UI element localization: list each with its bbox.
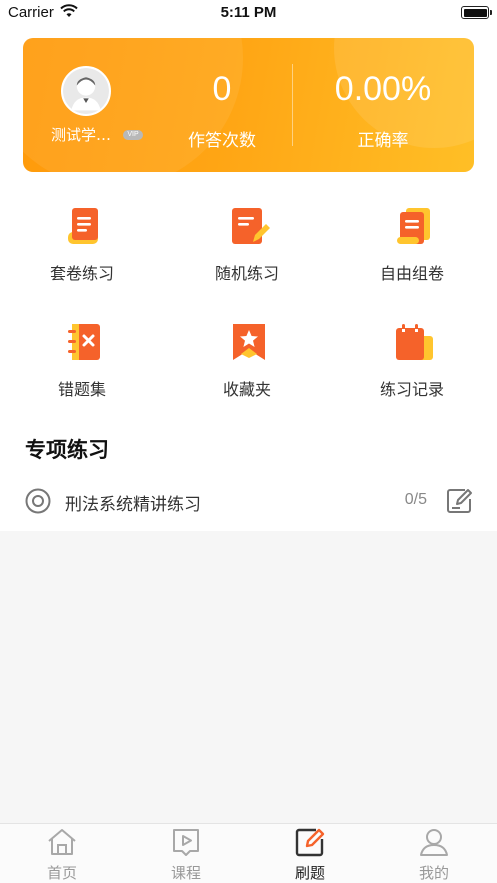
answer-count-value: 0 bbox=[212, 70, 232, 108]
course-play-icon bbox=[170, 827, 202, 857]
section-title: 专项练习 bbox=[25, 438, 109, 462]
radio-circle-icon bbox=[25, 488, 51, 514]
practice-item[interactable]: 刑法系统精讲练习 0/5 bbox=[0, 474, 497, 530]
vip-badge: VIP bbox=[123, 130, 143, 140]
tab-mine[interactable]: 我的 bbox=[372, 824, 496, 883]
edit-practice-icon[interactable] bbox=[445, 487, 473, 515]
battery-icon bbox=[461, 6, 492, 19]
grid-item-label: 自由组卷 bbox=[379, 264, 444, 283]
grid-item-favorites[interactable]: 收藏夹 bbox=[177, 320, 317, 410]
wrong-notebook-icon bbox=[62, 320, 106, 364]
tab-label: 刷题 bbox=[294, 864, 325, 882]
document-pen-icon bbox=[227, 204, 271, 248]
tab-label: 我的 bbox=[418, 864, 449, 882]
stacked-papers-icon bbox=[392, 204, 436, 248]
profile-person-icon bbox=[418, 827, 450, 857]
tab-practice[interactable]: 刷题 bbox=[248, 824, 372, 883]
profile-stats-card: 测试学… VIP 0 作答次数 0.00% 正确率 bbox=[23, 38, 474, 172]
grid-item-full-paper[interactable]: 套卷练习 bbox=[12, 204, 152, 294]
tab-label: 课程 bbox=[170, 864, 201, 882]
accuracy-value: 0.00% bbox=[334, 70, 432, 108]
grid-item-free-assemble[interactable]: 自由组卷 bbox=[342, 204, 482, 294]
status-time: 5:11 PM bbox=[220, 4, 277, 21]
grid-item-wrong-questions[interactable]: 错题集 bbox=[12, 320, 152, 410]
stat-divider bbox=[292, 64, 293, 146]
home-icon bbox=[46, 827, 78, 857]
avatar-person-icon bbox=[63, 68, 109, 114]
accuracy-label: 正确率 bbox=[357, 131, 409, 151]
practice-item-name: 刑法系统精讲练习 bbox=[65, 495, 201, 515]
scroll-paper-icon bbox=[62, 204, 106, 248]
user-name: 测试学… bbox=[51, 126, 112, 144]
practice-edit-icon bbox=[294, 827, 326, 857]
grid-item-label: 收藏夹 bbox=[222, 380, 271, 399]
tab-home[interactable]: 首页 bbox=[0, 824, 124, 883]
grid-item-practice-record[interactable]: 练习记录 bbox=[342, 320, 482, 410]
grid-item-label: 练习记录 bbox=[379, 380, 444, 399]
tab-course[interactable]: 课程 bbox=[124, 824, 248, 883]
grid-item-label: 错题集 bbox=[57, 380, 106, 399]
grid-item-random-practice[interactable]: 随机练习 bbox=[177, 204, 317, 294]
grid-item-label: 套卷练习 bbox=[49, 264, 114, 283]
status-bar: Carrier 5:11 PM bbox=[0, 0, 497, 26]
tab-label: 首页 bbox=[46, 864, 77, 882]
notepad-record-icon bbox=[392, 320, 436, 364]
bottom-tab-bar: 首页 课程 刷题 我的 bbox=[0, 823, 497, 883]
avatar[interactable] bbox=[61, 66, 111, 116]
answer-count-label: 作答次数 bbox=[188, 131, 256, 151]
practice-item-progress: 0/5 bbox=[404, 491, 427, 508]
grid-item-label: 随机练习 bbox=[214, 264, 279, 283]
practice-page: 测试学… VIP 0 作答次数 0.00% 正确率 套卷练习 随机练习 自由组卷… bbox=[0, 26, 497, 531]
bookmark-star-icon bbox=[227, 320, 271, 364]
